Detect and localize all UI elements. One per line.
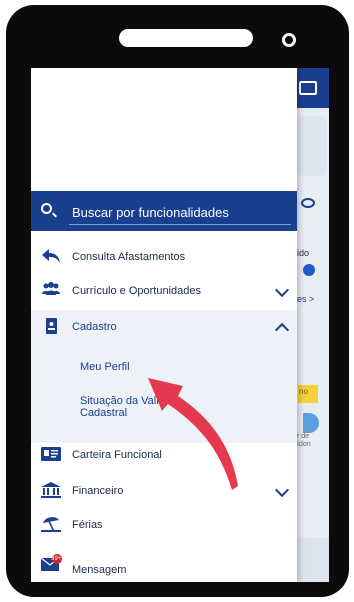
annotation-arrow-icon [148,378,238,490]
